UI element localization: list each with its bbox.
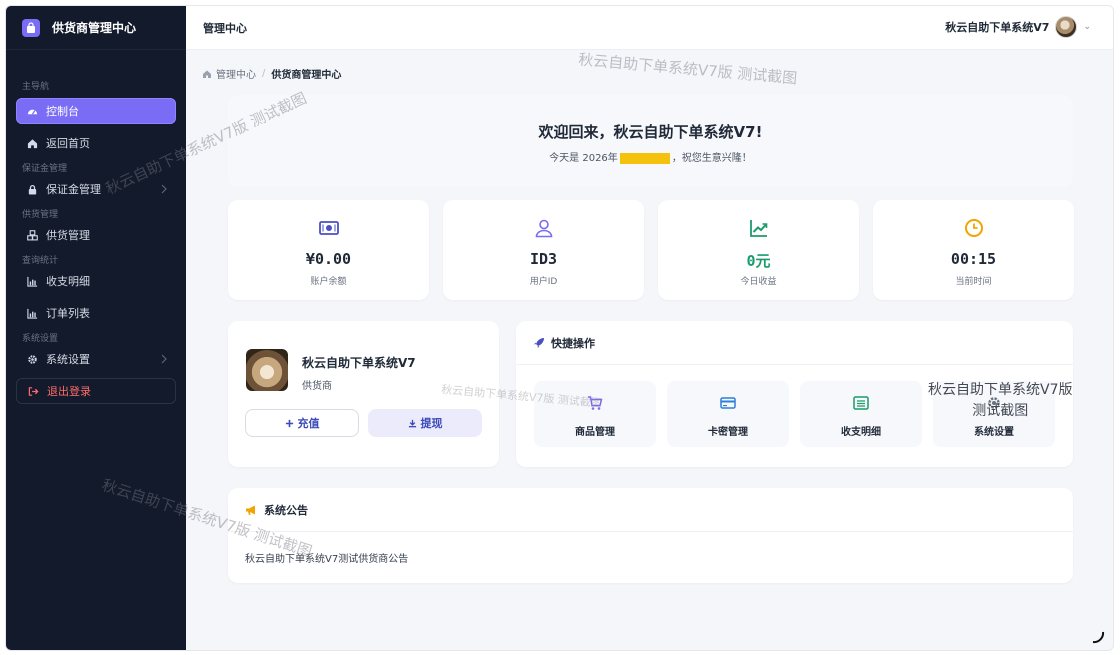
cubes-icon [26,229,38,241]
chevron-right-icon [160,184,168,194]
logout-icon [27,385,39,397]
nav-section-label: 供货管理 [22,210,59,220]
quick-item-income-details[interactable]: 收支明细 [800,381,922,447]
profile-card: 秋云自助下单系统V7 供货商 充值 提现 [228,321,499,467]
sidebar: 供货商管理中心 主导航 控制台 返回首页 保证金管理 保证金管理 供货管理 供货管理 查询统计… [6,6,186,650]
profile-name: 秋云自助下单系统V7 [302,356,416,370]
nav-section-label: 系统设置 [22,334,59,344]
stat-value: 00:15 [950,250,997,268]
topbar: 管理中心 秋云自助下单系统V7 ⌄ [186,6,1113,50]
nav-section-label: 查询统计 [22,256,59,266]
app-window: 供货商管理中心 主导航 控制台 返回首页 保证金管理 保证金管理 供货管理 供货管理 查询统计… [5,5,1114,651]
clock-icon [964,219,983,237]
stat-card-current-time: 00:15 当前时间 [873,200,1074,300]
breadcrumb: 管理中心 / 供货商管理中心 [202,66,341,81]
sidebar-item-label: 控制台 [46,105,79,118]
date-suffix: ，祝您生意兴隆！ [671,153,752,164]
sidebar-item[interactable]: 系统设置 [16,346,176,372]
stat-card-balance: ¥0.00 账户余额 [228,200,429,300]
announcement-text: 秋云自助下单系统V7测试供货商公告 [245,554,409,565]
welcome-subtitle: 今天是 2026年 ，祝您生意兴隆！ [228,149,1073,164]
stat-value: ID3 [529,250,558,268]
sidebar-item[interactable]: 订单列表 [16,300,176,326]
cart-icon [588,396,603,410]
profile-role: 供货商 [302,381,332,392]
stat-label: 今日收益 [740,277,777,287]
stat-value: 0元 [746,252,771,270]
sidebar-item-label: 系统设置 [46,353,90,366]
announcement-card: 系统公告 秋云自助下单系统V7测试供货商公告 [228,488,1073,583]
bar-chart-icon [26,275,38,287]
quick-item-product-management[interactable]: 商品管理 [534,381,656,447]
user-icon [535,219,552,238]
loading-spinner-icon [1092,631,1105,644]
avatar [246,349,288,391]
sidebar-item-label: 返回首页 [46,137,90,150]
quick-item-card-management[interactable]: 卡密管理 [667,381,789,447]
avatar [1055,16,1078,38]
sidebar-item-label: 收支明细 [46,275,90,288]
sidebar-item[interactable]: 供货管理 [16,222,176,248]
user-menu[interactable]: 秋云自助下单系统V7 ⌄ [945,16,1091,38]
welcome-title: 欢迎回来，秋云自助下单系统V7! [538,123,763,141]
sidebar-item[interactable]: 收支明细 [16,268,176,294]
chevron-right-icon [160,354,168,364]
shopping-bag-icon [22,18,40,37]
bar-chart-icon [26,307,38,319]
sidebar-item[interactable]: 控制台 [16,98,176,124]
recharge-button[interactable]: 充值 [245,409,359,437]
rocket-icon [534,338,544,348]
breadcrumb-current: 供货商管理中心 [271,70,342,81]
dashboard-icon [26,105,38,117]
nav-section-label: 主导航 [22,82,50,92]
sidebar-item-label: 订单列表 [46,307,90,320]
stat-label: 当前时间 [955,277,992,287]
sidebar-item-label: 保证金管理 [46,183,101,196]
home-icon [203,70,211,78]
sidebar-item[interactable]: 返回首页 [16,130,176,156]
download-icon [408,419,416,427]
sidebar-nav: 主导航 控制台 返回首页 保证金管理 保证金管理 供货管理 供货管理 查询统计 收支明细 订单列表… [6,50,186,404]
stat-card-user-id: ID3 用户ID [443,200,644,300]
page-header-title: 管理中心 [203,21,247,35]
username: 秋云自助下单系统V7 [945,21,1050,34]
card-icon [720,397,736,409]
sidebar-item[interactable]: 退出登录 [16,378,176,404]
sidebar-item-label: 退出登录 [47,385,91,398]
sidebar-item-label: 供货管理 [46,229,90,242]
lock-icon [26,183,38,195]
date-prefix: 今天是 2026年 [549,153,618,164]
chevron-down-icon: ⌄ [1083,22,1091,32]
main-content: 管理中心 / 供货商管理中心 欢迎回来，秋云自助下单系统V7! 今天是 2026… [186,50,1113,650]
quick-actions-header: 快捷操作 [533,335,595,351]
stat-value: ¥0.00 [305,250,352,268]
nav-section-label: 保证金管理 [22,164,68,174]
redaction-mark [619,152,670,164]
watermark: 秋云自助下单系统V7版 测试截图 [577,50,798,88]
brand-title: 供货商管理中心 [52,21,137,35]
watermark-box: 秋云自助下单系统V7版 测试截图 [928,382,1073,419]
withdraw-button[interactable]: 提现 [368,409,482,437]
stat-label: 用户ID [529,277,558,287]
breadcrumb-root[interactable]: 管理中心 [216,66,256,81]
list-icon [853,396,869,410]
announcement-header: 系统公告 [245,502,308,518]
plus-icon [285,419,293,427]
money-icon [318,221,339,235]
sidebar-item[interactable]: 保证金管理 [16,176,176,202]
gear-icon [26,353,38,365]
stat-label: 账户余额 [310,277,347,287]
trend-icon [749,220,767,237]
brand: 供货商管理中心 [6,6,186,50]
home-icon [26,137,38,149]
stat-card-today-income: 0元 今日收益 [658,200,859,300]
welcome-banner: 欢迎回来，秋云自助下单系统V7! 今天是 2026年 ，祝您生意兴隆！ [228,95,1073,187]
megaphone-icon [246,505,255,515]
